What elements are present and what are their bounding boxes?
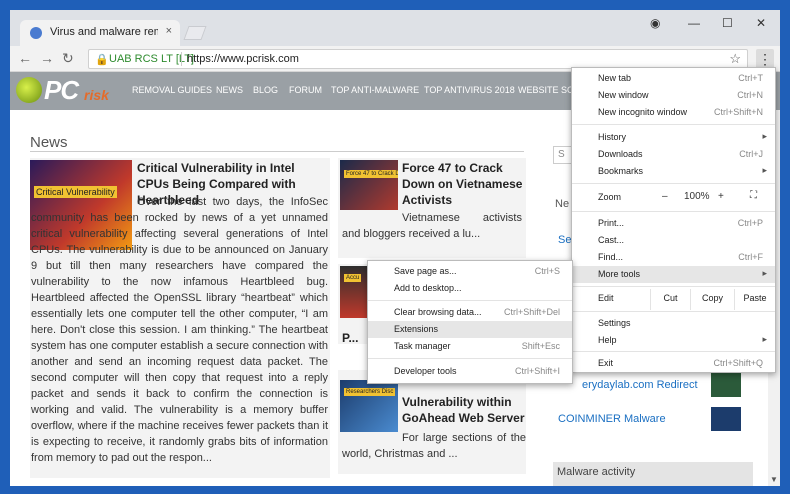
tab-title: Virus and malware remo [50, 26, 158, 38]
article-card: Force 47 to Crack Dow Force 47 to Crack … [338, 158, 526, 258]
sidebar-link-coinminer[interactable]: COINMINER Malware [558, 413, 666, 425]
address-bar[interactable]: 🔒 UAB RCS LT [LT] https://www.pcrisk.com… [88, 49, 748, 69]
menu-item-exit[interactable]: Exit Ctrl+Shift+Q [572, 355, 775, 372]
edit-copy-button[interactable]: Copy [690, 289, 734, 310]
menu-item-clear-browsing-data[interactable]: Clear browsing data... Ctrl+Shift+Del [368, 304, 572, 321]
malware-activity-heading: Malware activity [553, 462, 753, 486]
menu-separator [572, 351, 775, 352]
menu-item-find[interactable]: Find... Ctrl+F [572, 249, 775, 266]
chrome-menu-button[interactable]: ⋮ [756, 49, 774, 69]
menu-separator [572, 183, 775, 184]
menu-item-add-to-desktop[interactable]: Add to desktop... [368, 280, 572, 297]
article-thumbnail[interactable]: Researchers Disc [340, 380, 398, 432]
lock-icon[interactable]: 🔒 [95, 53, 109, 66]
menu-item-extensions[interactable]: Extensions [368, 321, 572, 338]
address-divider [181, 52, 182, 66]
menu-item-print[interactable]: Print... Ctrl+P [572, 215, 775, 232]
sidebar-thumbnail[interactable] [710, 372, 742, 398]
edit-paste-button[interactable]: Paste [734, 289, 775, 310]
zoom-out-button[interactable]: – [662, 191, 668, 202]
edit-cut-button[interactable]: Cut [650, 289, 690, 310]
menu-item-task-manager[interactable]: Task manager Shift+Esc [368, 338, 572, 355]
fullscreen-icon[interactable]: ⛶ [750, 190, 757, 201]
news-heading: News [30, 134, 68, 151]
back-button[interactable]: ← [18, 50, 32, 66]
menu-separator [368, 300, 572, 301]
logo-text-pc: PC [44, 75, 79, 105]
article-thumbnail[interactable]: Force 47 to Crack Dow [340, 160, 398, 210]
reload-button[interactable]: ↻ [62, 50, 74, 67]
article-title[interactable]: Force 47 to Crack Down on Vietnamese Act… [402, 160, 524, 208]
url-text[interactable]: https://www.pcrisk.com [187, 53, 299, 65]
nav-top-antivirus[interactable]: TOP ANTIVIRUS 2018 [424, 85, 515, 95]
scroll-down-icon[interactable]: ▼ [770, 475, 778, 484]
nav-news[interactable]: NEWS [216, 85, 243, 95]
browser-tab[interactable]: Virus and malware remo × [20, 20, 180, 46]
menu-item-save-page[interactable]: Save page as... Ctrl+S [368, 263, 572, 280]
sidebar-new-heading: Ne [555, 198, 570, 210]
menu-separator [572, 211, 775, 212]
sidebar-link-everydaylab[interactable]: erydaylab.com Redirect [582, 379, 698, 391]
submenu-arrow-icon: ▸ [762, 165, 767, 175]
tab-close-icon[interactable]: × [166, 25, 172, 37]
article-card: Critical Vulnerability Critical Vulnerab… [30, 158, 330, 478]
article-card: Researchers Disc Vulnerability within Go… [338, 370, 526, 474]
thumbnail-label: Force 47 to Crack Dow [344, 170, 398, 178]
article-title[interactable]: Vulnerability within GoAhead Web Server [402, 394, 526, 426]
profile-icon[interactable]: ◉ [650, 16, 660, 30]
nav-blog[interactable]: BLOG [253, 85, 278, 95]
menu-item-settings[interactable]: Settings [572, 315, 775, 332]
favicon-icon [30, 27, 42, 39]
bookmark-star-icon[interactable]: ☆ [729, 51, 741, 67]
menu-item-new-window[interactable]: New window Ctrl+N [572, 87, 775, 104]
sidebar-thumbnail[interactable] [710, 406, 742, 432]
menu-item-new-incognito[interactable]: New incognito window Ctrl+Shift+N [572, 104, 775, 121]
logo-ball-icon [16, 77, 42, 103]
nav-removal-guides[interactable]: REMOVAL GUIDES [132, 85, 212, 95]
menu-separator [572, 124, 775, 125]
menu-item-zoom: Zoom – 100% + ⛶ [598, 190, 757, 202]
thumbnail-label: Researchers Disc [344, 388, 396, 396]
maximize-button[interactable]: ☐ [722, 16, 733, 30]
menu-item-bookmarks[interactable]: Bookmarks ▸ [572, 163, 775, 180]
browser-window: Virus and malware remo × ◉ — ☐ ✕ ← → ↻ 🔒… [10, 10, 780, 486]
thumbnail-label: Accu [344, 274, 362, 282]
menu-item-history[interactable]: History ▸ [572, 129, 775, 146]
new-tab-button[interactable] [183, 26, 207, 40]
logo-text-risk: risk [84, 87, 109, 103]
nav-forum[interactable]: FORUM [289, 85, 322, 95]
zoom-level: 100% [684, 191, 710, 202]
article-body: For large sections of the world, Christm… [342, 432, 526, 460]
minimize-button[interactable]: — [688, 16, 700, 30]
sidebar-link-partial[interactable]: Se [558, 234, 571, 246]
menu-item-new-tab[interactable]: New tab Ctrl+T [572, 70, 775, 87]
submenu-arrow-icon: ▸ [762, 334, 767, 344]
submenu-arrow-icon: ▸ [762, 268, 767, 278]
zoom-in-button[interactable]: + [718, 191, 724, 202]
menu-item-help[interactable]: Help ▸ [572, 332, 775, 349]
more-tools-submenu: Save page as... Ctrl+S Add to desktop... … [367, 260, 573, 384]
menu-item-developer-tools[interactable]: Developer tools Ctrl+Shift+I [368, 363, 572, 380]
article-body: Vietnamese activists and bloggers receiv… [342, 212, 522, 240]
menu-item-downloads[interactable]: Downloads Ctrl+J [572, 146, 775, 163]
menu-item-edit: Edit Cut Copy Paste [572, 289, 775, 310]
menu-item-more-tools[interactable]: More tools ▸ [572, 266, 775, 283]
menu-separator [572, 311, 775, 312]
title-bar: Virus and malware remo × ◉ — ☐ ✕ [10, 10, 780, 46]
menu-separator [572, 286, 775, 287]
heading-divider [30, 151, 524, 152]
menu-item-cast[interactable]: Cast... [572, 232, 775, 249]
submenu-arrow-icon: ▸ [762, 131, 767, 141]
article-body: Over the last two days, the InfoSec comm… [31, 196, 328, 464]
pcrisk-logo[interactable]: PC risk [14, 74, 128, 108]
close-window-button[interactable]: ✕ [756, 16, 766, 30]
article-thumbnail[interactable]: Accu [340, 266, 370, 318]
nav-top-anti-malware[interactable]: TOP ANTI-MALWARE [331, 85, 419, 95]
forward-button[interactable]: → [40, 50, 54, 66]
menu-separator [368, 358, 572, 359]
chrome-main-menu: New tab Ctrl+T New window Ctrl+N New incog… [571, 67, 776, 373]
